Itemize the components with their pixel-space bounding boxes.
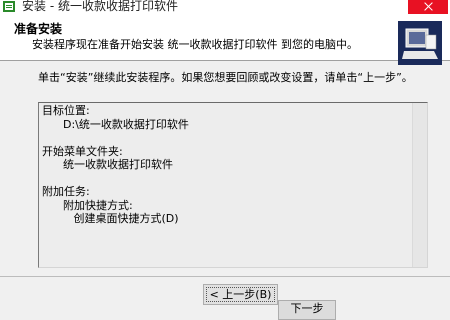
- instruction-text: 单击“安装”继续此安装程序。如果您想要回顾或改变设置，请单击“上一步”。: [38, 71, 413, 84]
- focus-rect: [206, 287, 275, 302]
- page-subtitle: 安装程序现在准备开始安装 统一收款收据打印软件 到您的电脑中。: [32, 38, 358, 51]
- next-button[interactable]: 下一步: [278, 300, 336, 320]
- summary-text: 目标位置: D:\统一收款收据打印软件 开始菜单文件夹: 统一收款收据打印软件 …: [42, 104, 189, 225]
- app-icon: [3, 1, 15, 12]
- window-title: 安装 - 统一收款收据打印软件: [22, 0, 178, 13]
- close-button[interactable]: [408, 0, 448, 14]
- footer-separator: [0, 276, 450, 277]
- title-bar: 安装 - 统一收款收据打印软件: [0, 0, 450, 14]
- next-button-label: 下一步: [290, 302, 324, 315]
- installer-computer-icon: [398, 21, 442, 65]
- page-title: 准备安装: [14, 22, 63, 36]
- install-summary[interactable]: 目标位置: D:\统一收款收据打印软件 开始菜单文件夹: 统一收款收据打印软件 …: [38, 102, 428, 268]
- back-button[interactable]: < 上一步(B): [203, 284, 278, 305]
- summary-scrollbar[interactable]: [412, 103, 427, 267]
- header-panel: 准备安装 安装程序现在准备开始安装 统一收款收据打印软件 到您的电脑中。: [0, 14, 450, 65]
